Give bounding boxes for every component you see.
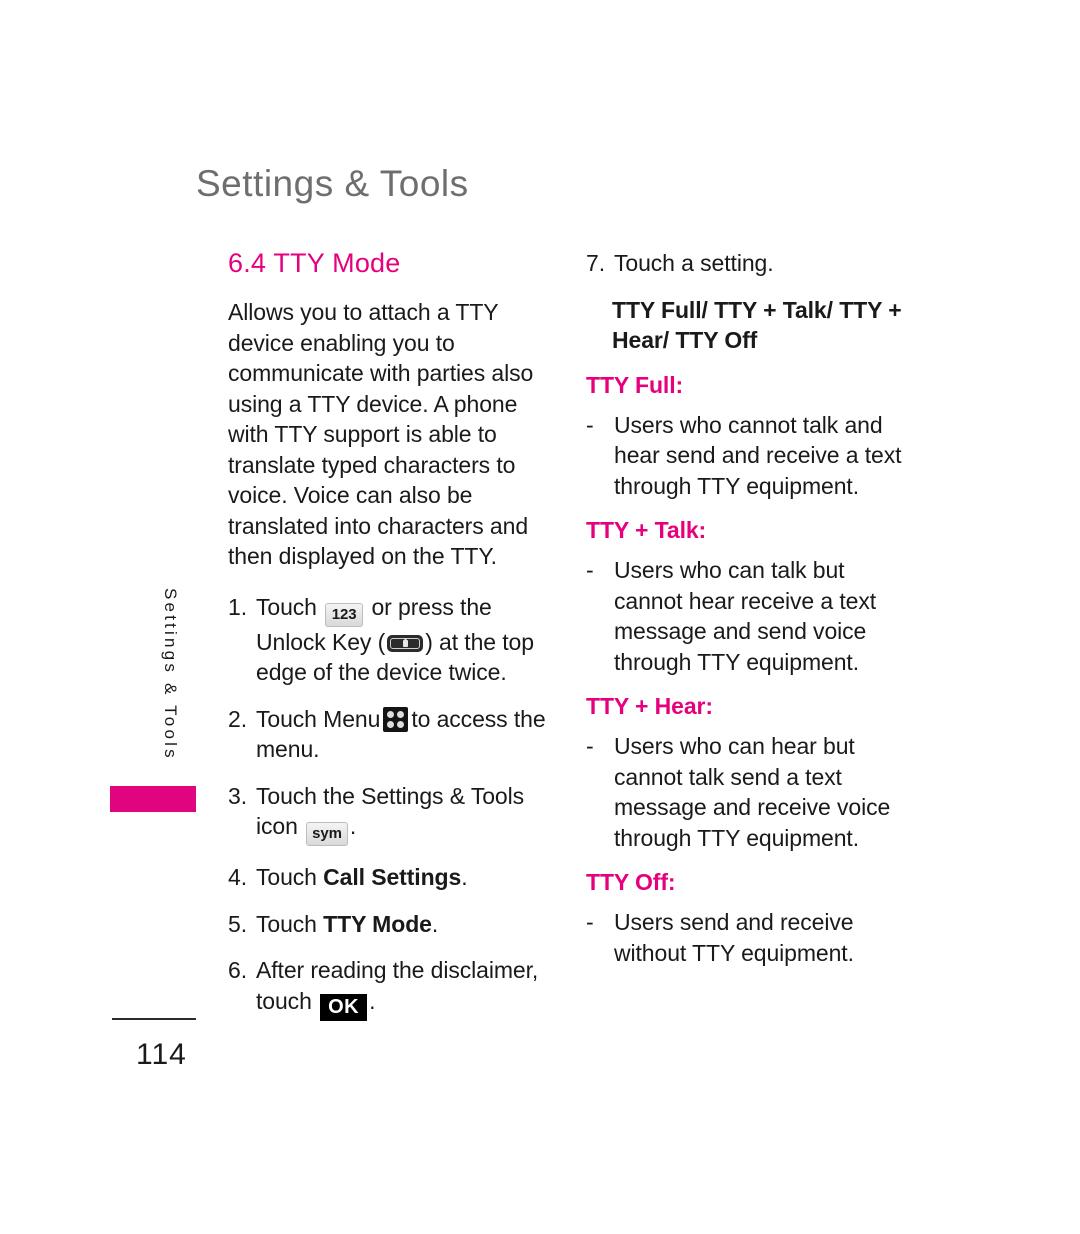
definition-description: Users send and receive without TTY equip… <box>614 909 854 966</box>
step-text: After reading the disclaimer, touch OK. <box>256 955 548 1021</box>
footer-divider <box>112 1018 196 1020</box>
step-item: 1. Touch 123 or press the Unlock Key () … <box>228 592 548 688</box>
dash-bullet: - <box>586 411 594 438</box>
step-item: 4. Touch Call Settings. <box>228 862 548 893</box>
step-number: 1. <box>228 593 247 620</box>
step-item: 5. Touch TTY Mode. <box>228 909 548 940</box>
definition-item: - Users who can talk but cannot hear rec… <box>586 555 916 677</box>
dash-bullet: - <box>586 557 594 583</box>
definition-term: TTY Off: <box>586 869 676 895</box>
definition-term: TTY + Talk: <box>586 517 707 543</box>
step-text: Touch a setting. <box>614 250 774 276</box>
manual-page: Settings & Tools Settings & Tools 6.4 TT… <box>0 0 1080 1234</box>
right-column: 7. Touch a setting. TTY Full/ TTY + Talk… <box>586 248 916 982</box>
page-running-head: Settings & Tools <box>196 163 469 204</box>
step-item: 6. After reading the disclaimer, touch O… <box>228 955 548 1021</box>
definition-term: TTY Full: <box>586 371 684 398</box>
step-number: 3. <box>228 782 247 809</box>
side-tab-color-bar <box>110 786 196 812</box>
dash-bullet: - <box>586 733 594 759</box>
definition-item: - Users who can hear but cannot talk sen… <box>586 731 916 853</box>
side-tab: Settings & Tools <box>104 588 196 812</box>
definition-description: Users who can hear but cannot talk send … <box>614 733 891 851</box>
step-emphasis: TTY Mode <box>323 910 432 937</box>
options-heading: TTY Full/ TTY + Talk/ TTY + Hear/ TTY Of… <box>612 296 902 354</box>
step-text-after: . <box>349 813 357 840</box>
step-text-before: Touch Menu <box>256 705 381 732</box>
step-text-before: Touch the Settings & Tools icon <box>256 782 525 840</box>
definition-item: - Users who cannot talk and hear send an… <box>586 410 916 502</box>
side-tab-label: Settings & Tools <box>161 588 180 761</box>
step-number: 5. <box>228 910 247 937</box>
step-text-before: Touch <box>256 864 317 891</box>
step-text: Touch Menu to access the menu. <box>256 704 548 765</box>
step-text: Touch 123 or press the Unlock Key () at … <box>256 592 548 688</box>
step-text: Touch Call Settings. <box>256 862 548 893</box>
definition-description: Users who cannot talk and hear send and … <box>614 411 902 499</box>
step-emphasis: Call Settings <box>323 864 462 891</box>
sym-key-icon[interactable]: sym <box>306 822 348 847</box>
step-number: 4. <box>228 864 247 891</box>
definition-description: Users who can talk but cannot hear recei… <box>614 557 877 675</box>
page-number: 114 <box>136 1038 187 1071</box>
left-column: 6.4 TTY Mode Allows you to attach a TTY … <box>228 248 548 1037</box>
step-text-after: . <box>369 987 376 1014</box>
step-item: 7. Touch a setting. <box>586 248 916 279</box>
step-text-before: Touch <box>256 593 317 620</box>
step-number: 6. <box>228 957 247 984</box>
ok-button-icon[interactable]: OK <box>320 993 368 1021</box>
step-text-after: . <box>431 910 439 937</box>
definition-item: - Users send and receive without TTY equ… <box>586 907 916 968</box>
intro-paragraph: Allows you to attach a TTY device enabli… <box>228 299 534 570</box>
step-text-after: . <box>461 864 468 891</box>
step-item: 3. Touch the Settings & Tools icon sym. <box>228 781 548 847</box>
step-text-before: Touch <box>256 910 317 937</box>
numeric-key-icon[interactable]: 123 <box>325 602 364 627</box>
step-item: 2. Touch Menu to access the menu. <box>228 704 548 765</box>
step-text: Touch TTY Mode. <box>256 909 548 940</box>
menu-grid-icon[interactable] <box>383 706 409 732</box>
section-title: 6.4 TTY Mode <box>228 248 401 278</box>
step-number: 7. <box>586 250 605 276</box>
step-text-before: After reading the disclaimer, touch <box>256 957 539 1014</box>
dash-bullet: - <box>586 909 594 935</box>
step-text: Touch the Settings & Tools icon sym. <box>256 781 548 847</box>
definition-term: TTY + Hear: <box>586 693 713 719</box>
unlock-key-icon[interactable] <box>387 634 424 652</box>
step-number: 2. <box>228 705 247 732</box>
